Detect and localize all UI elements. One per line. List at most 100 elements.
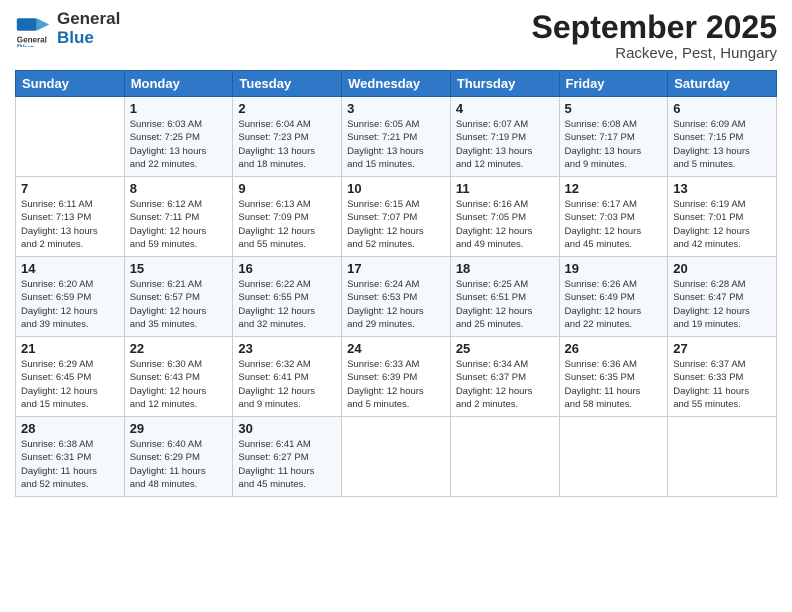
calendar-cell: 12Sunrise: 6:17 AM Sunset: 7:03 PM Dayli… <box>559 177 668 257</box>
calendar-cell: 20 Sunrise: 6:28 AM Sunset: 6:47 PM Dayli… <box>668 257 777 337</box>
day-number: 11 <box>456 181 554 196</box>
cell-content: Sunrise: 6:04 AM Sunset: 7:23 PM Dayligh… <box>238 118 336 171</box>
calendar-cell: 25 Sunrise: 6:34 AM Sunset: 6:37 PM Dayli… <box>450 337 559 417</box>
header-thursday: Thursday <box>450 71 559 97</box>
svg-text:Blue: Blue <box>17 43 35 46</box>
day-number: 24 <box>347 341 445 356</box>
week-row-2: 14Sunrise: 6:20 AM Sunset: 6:59 PM Dayli… <box>16 257 777 337</box>
calendar-cell: 9 Sunrise: 6:13 AM Sunset: 7:09 PM Daylig… <box>233 177 342 257</box>
calendar-cell: 15Sunrise: 6:21 AM Sunset: 6:57 PM Dayli… <box>124 257 233 337</box>
calendar-cell <box>16 97 125 177</box>
calendar-cell: 1 Sunrise: 6:03 AM Sunset: 7:25 PM Daylig… <box>124 97 233 177</box>
day-number: 17 <box>347 261 445 276</box>
day-number: 14 <box>21 261 119 276</box>
cell-content: Sunrise: 6:38 AM Sunset: 6:31 PM Dayligh… <box>21 438 119 491</box>
calendar-cell: 27 Sunrise: 6:37 AM Sunset: 6:33 PM Dayli… <box>668 337 777 417</box>
day-number: 28 <box>21 421 119 436</box>
logo-blue: Blue <box>57 29 120 48</box>
cell-content: Sunrise: 6:19 AM Sunset: 7:01 PM Dayligh… <box>673 198 771 251</box>
day-number: 1 <box>130 101 228 116</box>
cell-content: Sunrise: 6:30 AM Sunset: 6:43 PM Dayligh… <box>130 358 228 411</box>
calendar-cell: 22 Sunrise: 6:30 AM Sunset: 6:43 PM Dayli… <box>124 337 233 417</box>
day-number: 16 <box>238 261 336 276</box>
calendar-cell: 29Sunrise: 6:40 AM Sunset: 6:29 PM Dayli… <box>124 417 233 497</box>
day-number: 7 <box>21 181 119 196</box>
cell-content: Sunrise: 6:11 AM Sunset: 7:13 PM Dayligh… <box>21 198 119 251</box>
cell-content: Sunrise: 6:03 AM Sunset: 7:25 PM Dayligh… <box>130 118 228 171</box>
day-number: 23 <box>238 341 336 356</box>
header-monday: Monday <box>124 71 233 97</box>
cell-content: Sunrise: 6:15 AM Sunset: 7:07 PM Dayligh… <box>347 198 445 251</box>
day-number: 12 <box>565 181 663 196</box>
header-friday: Friday <box>559 71 668 97</box>
calendar-cell: 3Sunrise: 6:05 AM Sunset: 7:21 PM Daylig… <box>342 97 451 177</box>
cell-content: Sunrise: 6:36 AM Sunset: 6:35 PM Dayligh… <box>565 358 663 411</box>
day-number: 21 <box>21 341 119 356</box>
calendar-cell: 30 Sunrise: 6:41 AM Sunset: 6:27 PM Dayli… <box>233 417 342 497</box>
header-row: SundayMondayTuesdayWednesdayThursdayFrid… <box>16 71 777 97</box>
day-number: 4 <box>456 101 554 116</box>
page-container: General Blue General Blue September 2025… <box>0 0 792 507</box>
calendar-cell: 4Sunrise: 6:07 AM Sunset: 7:19 PM Daylig… <box>450 97 559 177</box>
cell-content: Sunrise: 6:32 AM Sunset: 6:41 PM Dayligh… <box>238 358 336 411</box>
header-saturday: Saturday <box>668 71 777 97</box>
calendar-cell: 18 Sunrise: 6:25 AM Sunset: 6:51 PM Dayli… <box>450 257 559 337</box>
cell-content: Sunrise: 6:13 AM Sunset: 7:09 PM Dayligh… <box>238 198 336 251</box>
calendar-cell <box>668 417 777 497</box>
cell-content: Sunrise: 6:29 AM Sunset: 6:45 PM Dayligh… <box>21 358 119 411</box>
cell-content: Sunrise: 6:26 AM Sunset: 6:49 PM Dayligh… <box>565 278 663 331</box>
calendar-cell <box>450 417 559 497</box>
calendar-cell: 23 Sunrise: 6:32 AM Sunset: 6:41 PM Dayli… <box>233 337 342 417</box>
day-number: 19 <box>565 261 663 276</box>
cell-content: Sunrise: 6:37 AM Sunset: 6:33 PM Dayligh… <box>673 358 771 411</box>
calendar-cell: 5Sunrise: 6:08 AM Sunset: 7:17 PM Daylig… <box>559 97 668 177</box>
title-block: September 2025 Rackeve, Pest, Hungary <box>532 10 777 62</box>
cell-content: Sunrise: 6:25 AM Sunset: 6:51 PM Dayligh… <box>456 278 554 331</box>
calendar-cell: 6Sunrise: 6:09 AM Sunset: 7:15 PM Daylig… <box>668 97 777 177</box>
week-row-1: 7 Sunrise: 6:11 AM Sunset: 7:13 PM Daylig… <box>16 177 777 257</box>
calendar-cell <box>559 417 668 497</box>
calendar-cell: 2 Sunrise: 6:04 AM Sunset: 7:23 PM Daylig… <box>233 97 342 177</box>
calendar-cell: 7 Sunrise: 6:11 AM Sunset: 7:13 PM Daylig… <box>16 177 125 257</box>
day-number: 18 <box>456 261 554 276</box>
day-number: 20 <box>673 261 771 276</box>
cell-content: Sunrise: 6:33 AM Sunset: 6:39 PM Dayligh… <box>347 358 445 411</box>
cell-content: Sunrise: 6:41 AM Sunset: 6:27 PM Dayligh… <box>238 438 336 491</box>
calendar-table: SundayMondayTuesdayWednesdayThursdayFrid… <box>15 70 777 497</box>
cell-content: Sunrise: 6:24 AM Sunset: 6:53 PM Dayligh… <box>347 278 445 331</box>
week-row-3: 21 Sunrise: 6:29 AM Sunset: 6:45 PM Dayli… <box>16 337 777 417</box>
page-subtitle: Rackeve, Pest, Hungary <box>532 45 777 62</box>
cell-content: Sunrise: 6:16 AM Sunset: 7:05 PM Dayligh… <box>456 198 554 251</box>
logo-general: General <box>57 10 120 29</box>
day-number: 22 <box>130 341 228 356</box>
cell-content: Sunrise: 6:12 AM Sunset: 7:11 PM Dayligh… <box>130 198 228 251</box>
day-number: 10 <box>347 181 445 196</box>
header-tuesday: Tuesday <box>233 71 342 97</box>
calendar-cell: 19 Sunrise: 6:26 AM Sunset: 6:49 PM Dayli… <box>559 257 668 337</box>
day-number: 26 <box>565 341 663 356</box>
header-sunday: Sunday <box>16 71 125 97</box>
cell-content: Sunrise: 6:28 AM Sunset: 6:47 PM Dayligh… <box>673 278 771 331</box>
calendar-cell: 13 Sunrise: 6:19 AM Sunset: 7:01 PM Dayli… <box>668 177 777 257</box>
day-number: 9 <box>238 181 336 196</box>
calendar-cell <box>342 417 451 497</box>
day-number: 13 <box>673 181 771 196</box>
cell-content: Sunrise: 6:08 AM Sunset: 7:17 PM Dayligh… <box>565 118 663 171</box>
day-number: 30 <box>238 421 336 436</box>
day-number: 6 <box>673 101 771 116</box>
day-number: 3 <box>347 101 445 116</box>
day-number: 27 <box>673 341 771 356</box>
cell-content: Sunrise: 6:34 AM Sunset: 6:37 PM Dayligh… <box>456 358 554 411</box>
calendar-cell: 28 Sunrise: 6:38 AM Sunset: 6:31 PM Dayli… <box>16 417 125 497</box>
day-number: 29 <box>130 421 228 436</box>
page-header: General Blue General Blue September 2025… <box>15 10 777 62</box>
day-number: 15 <box>130 261 228 276</box>
cell-content: Sunrise: 6:22 AM Sunset: 6:55 PM Dayligh… <box>238 278 336 331</box>
calendar-cell: 26 Sunrise: 6:36 AM Sunset: 6:35 PM Dayli… <box>559 337 668 417</box>
day-number: 2 <box>238 101 336 116</box>
calendar-cell: 11 Sunrise: 6:16 AM Sunset: 7:05 PM Dayli… <box>450 177 559 257</box>
day-number: 25 <box>456 341 554 356</box>
header-wednesday: Wednesday <box>342 71 451 97</box>
page-title: September 2025 <box>532 10 777 45</box>
logo: General Blue General Blue <box>15 10 120 47</box>
